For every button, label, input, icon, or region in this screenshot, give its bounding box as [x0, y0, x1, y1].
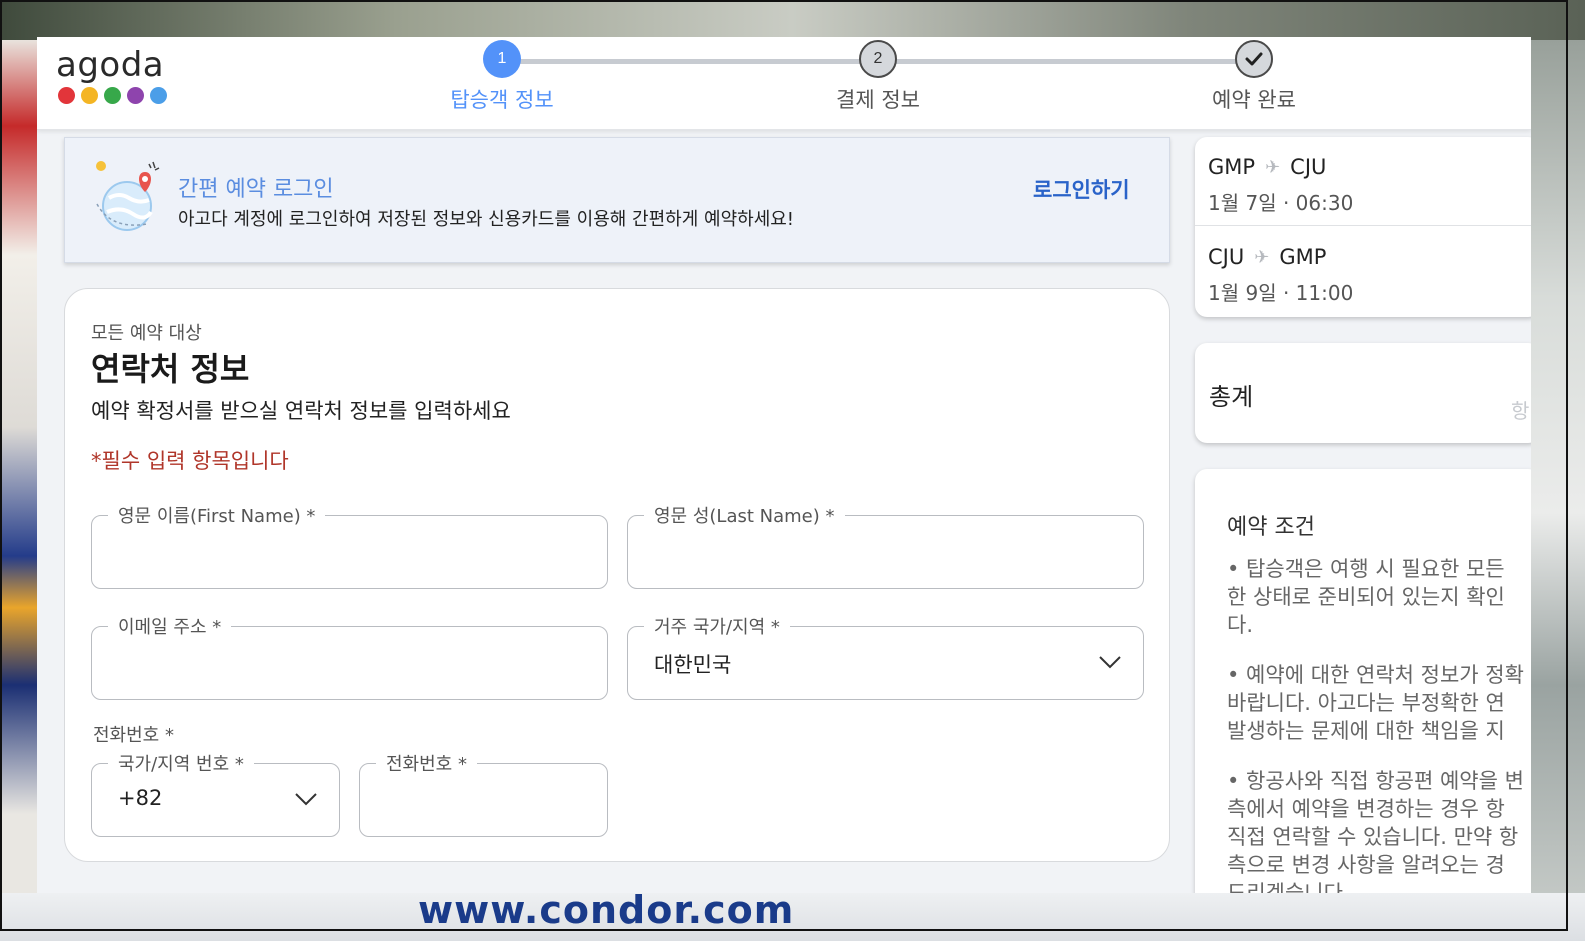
- origin-airport: CJU: [1208, 245, 1245, 269]
- phone-group-label: 전화번호 *: [93, 725, 174, 746]
- total-label: 총계: [1209, 383, 1254, 411]
- contact-subtitle: 예약 확정서를 받으실 연락처 정보를 입력하세요: [91, 399, 511, 423]
- divider: [1195, 225, 1531, 226]
- flight-route: GMP ✈ CJU: [1208, 155, 1353, 179]
- step-label: 결제 정보: [836, 88, 920, 112]
- flight-datetime: 1월 7일 · 06:30: [1208, 191, 1354, 215]
- chevron-down-icon: [1099, 656, 1121, 669]
- country-label: 거주 국가/지역 *: [644, 613, 790, 639]
- terms-paragraph: • 예약에 대한 연락처 정보가 정확 바랍니다. 아고다는 부정확한 연 발생…: [1227, 661, 1531, 745]
- agoda-logo[interactable]: agoda: [56, 45, 167, 104]
- terms-body: • 탑승객은 여행 시 필요한 모든 한 상태로 준비되어 있는지 확인 다. …: [1227, 555, 1531, 893]
- step-passenger-info: 1 탑승객 정보: [402, 40, 602, 114]
- terms-line: 바랍니다. 아고다는 부정확한 연: [1227, 691, 1505, 715]
- first-name-field[interactable]: 영문 이름(First Name) *: [91, 502, 608, 589]
- flight-route: CJU ✈ GMP: [1208, 245, 1353, 269]
- background-left: [0, 40, 37, 900]
- origin-airport: GMP: [1208, 155, 1256, 179]
- browser-page: agoda 1 탑승객 정보 2 결제 정보 예약 완료 간편 예약 로그인 아…: [37, 37, 1531, 893]
- terms-line: 측에서 예약을 변경하는 경우 항: [1227, 797, 1505, 821]
- first-name-label: 영문 이름(First Name) *: [108, 502, 326, 528]
- total-faded-text: 항: [1511, 399, 1530, 423]
- contact-eyebrow: 모든 예약 대상: [91, 323, 202, 344]
- terms-line: 직접 연락할 수 있습니다. 만약 항: [1227, 825, 1519, 849]
- login-link[interactable]: 로그인하기: [1033, 174, 1130, 204]
- logo-dot: [127, 87, 144, 104]
- terms-line: 드리겠습니다.: [1227, 881, 1350, 893]
- country-value: 대한민국: [654, 653, 732, 677]
- country-code-value: +82: [118, 786, 163, 810]
- plane-icon: ✈: [1254, 246, 1270, 268]
- background-watermark: www.condor.com: [418, 888, 795, 932]
- email-field[interactable]: 이메일 주소 *: [91, 613, 608, 700]
- plane-icon: ✈: [1265, 156, 1281, 178]
- terms-title: 예약 조건: [1227, 515, 1315, 540]
- background-right: [1531, 40, 1585, 900]
- total-price-card: 총계 항: [1195, 343, 1531, 443]
- step-label: 탑승객 정보: [450, 88, 554, 112]
- terms-line: 발생하는 문제에 대한 책임을 지: [1227, 719, 1505, 743]
- login-banner-title: 간편 예약 로그인: [178, 177, 334, 202]
- login-banner-description: 아고다 계정에 로그인하여 저장된 정보와 신용카드를 이용해 간편하게 예약하…: [178, 209, 795, 230]
- quick-login-banner: 간편 예약 로그인 아고다 계정에 로그인하여 저장된 정보와 신용카드를 이용…: [64, 137, 1170, 263]
- return-flight: CJU ✈ GMP 1월 9일 · 11:00: [1208, 245, 1353, 306]
- step-booking-complete: 예약 완료: [1154, 40, 1354, 114]
- terms-line: • 탑승객은 여행 시 필요한 모든: [1227, 557, 1505, 581]
- logo-dot: [104, 87, 121, 104]
- contact-info-card: 모든 예약 대상 연락처 정보 예약 확정서를 받으실 연락처 정보를 입력하세…: [64, 288, 1170, 862]
- logo-dot: [81, 87, 98, 104]
- terms-paragraph: • 탑승객은 여행 시 필요한 모든 한 상태로 준비되어 있는지 확인 다.: [1227, 555, 1531, 639]
- background-top: [0, 0, 1585, 40]
- contact-title: 연락처 정보: [91, 350, 250, 388]
- booking-terms-card: 예약 조건 • 탑승객은 여행 시 필요한 모든 한 상태로 준비되어 있는지 …: [1195, 469, 1531, 893]
- logo-dots: [58, 87, 167, 104]
- country-code-label: 국가/지역 번호 *: [108, 750, 254, 776]
- step-number: 2: [859, 40, 897, 78]
- last-name-label: 영문 성(Last Name) *: [644, 502, 845, 528]
- required-note: *필수 입력 항목입니다: [91, 449, 289, 473]
- globe-icon: [93, 158, 167, 238]
- country-code-select[interactable]: 국가/지역 번호 * +82: [91, 750, 340, 837]
- email-label: 이메일 주소 *: [108, 613, 232, 639]
- logo-text: agoda: [56, 45, 165, 85]
- chevron-down-icon: [295, 793, 317, 806]
- logo-dot: [150, 87, 167, 104]
- flight-datetime: 1월 9일 · 11:00: [1208, 281, 1354, 305]
- terms-line: 측으로 변경 사항을 알려오는 경: [1227, 853, 1505, 877]
- terms-line: 한 상태로 준비되어 있는지 확인: [1227, 585, 1505, 609]
- step-payment-info: 2 결제 정보: [778, 40, 978, 114]
- outbound-flight: GMP ✈ CJU 1월 7일 · 06:30: [1208, 155, 1353, 216]
- terms-paragraph: • 항공사와 직접 항공편 예약을 변 측에서 예약을 변경하는 경우 항 직접…: [1227, 767, 1531, 893]
- phone-label: 전화번호 *: [376, 750, 477, 776]
- terms-line: 다.: [1227, 613, 1253, 637]
- country-select[interactable]: 거주 국가/지역 * 대한민국: [627, 613, 1144, 700]
- step-number: 1: [483, 40, 521, 78]
- terms-line: • 예약에 대한 연락처 정보가 정확: [1227, 663, 1524, 687]
- destination-airport: CJU: [1290, 155, 1327, 179]
- phone-field[interactable]: 전화번호 *: [359, 750, 608, 837]
- flight-summary-card: GMP ✈ CJU 1월 7일 · 06:30 CJU ✈ GMP 1월 9일 …: [1195, 137, 1531, 317]
- header: agoda 1 탑승객 정보 2 결제 정보 예약 완료: [37, 37, 1531, 130]
- step-label: 예약 완료: [1212, 88, 1296, 112]
- logo-dot: [58, 87, 75, 104]
- destination-airport: GMP: [1279, 245, 1327, 269]
- last-name-field[interactable]: 영문 성(Last Name) *: [627, 502, 1144, 589]
- terms-line: • 항공사와 직접 항공편 예약을 변: [1227, 769, 1524, 793]
- check-icon: [1235, 40, 1273, 78]
